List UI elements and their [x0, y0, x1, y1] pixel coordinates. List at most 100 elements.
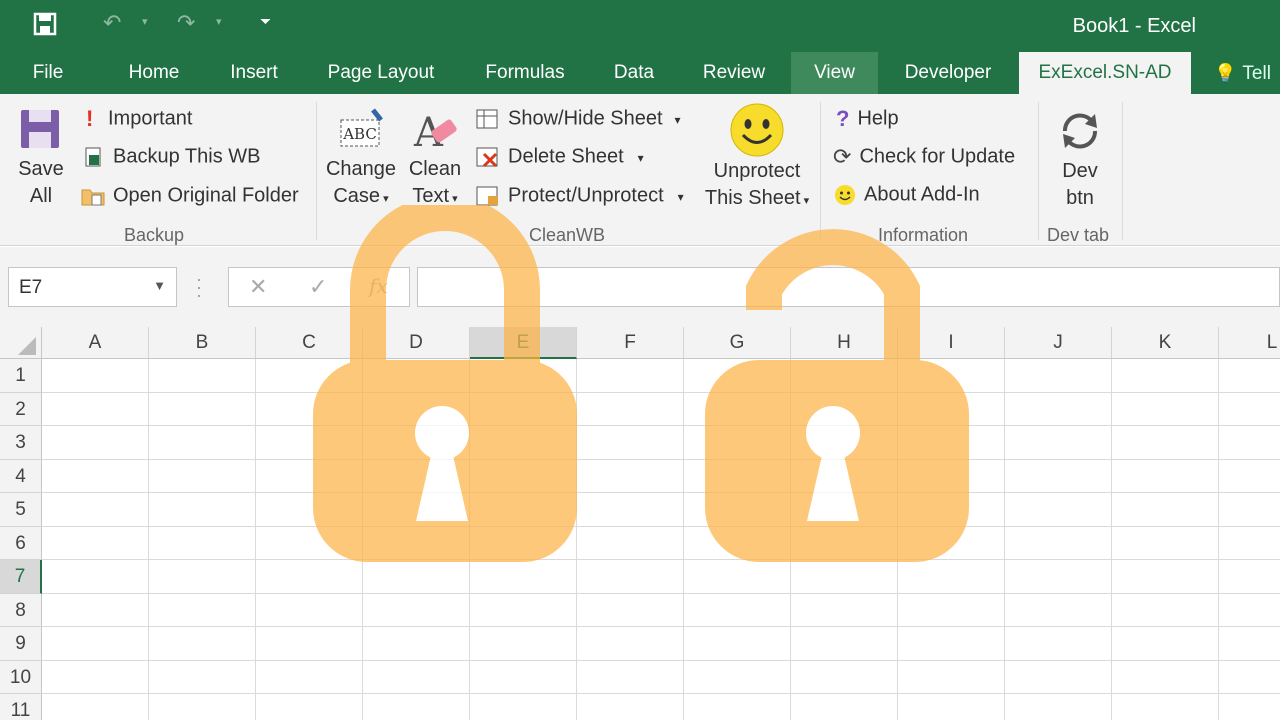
spreadsheet-grid[interactable]: A B C D E F G H I J K L 1 2 3 4 5 6 7 8 9 10 11 — [0, 327, 1280, 720]
cell-h3[interactable] — [791, 426, 898, 460]
cell-l6[interactable] — [1219, 527, 1280, 560]
cell-a6[interactable] — [42, 526, 149, 560]
column-header-e[interactable]: E — [470, 327, 577, 359]
cell-l5[interactable] — [1219, 493, 1280, 527]
backup-wb-button[interactable]: Backup This WB — [83, 146, 260, 168]
cell-i11[interactable] — [898, 694, 1005, 720]
tab-file[interactable]: File — [18, 52, 78, 94]
cell-d7[interactable] — [363, 560, 470, 594]
protect-unprotect-button[interactable]: Protect/Unprotect ▾ — [476, 185, 684, 207]
column-header-k[interactable]: K — [1112, 327, 1219, 359]
row-header-2[interactable]: 2 — [0, 392, 42, 426]
cell-i9[interactable] — [898, 627, 1005, 661]
cell-k9[interactable] — [1112, 627, 1219, 661]
cell-e3[interactable] — [470, 426, 577, 460]
cell-b10[interactable] — [149, 660, 256, 694]
cell-k3[interactable] — [1112, 426, 1219, 460]
undo-icon[interactable]: ↶ — [103, 12, 121, 34]
cell-h7[interactable] — [791, 560, 898, 594]
cell-j7[interactable] — [1005, 560, 1112, 594]
cell-i6[interactable] — [898, 526, 1005, 560]
cell-g8[interactable] — [684, 593, 791, 627]
cell-l3[interactable] — [1219, 426, 1280, 460]
cell-f6[interactable] — [577, 526, 684, 560]
cell-j6[interactable] — [1005, 526, 1112, 560]
cell-k1[interactable] — [1112, 359, 1219, 393]
tab-developer[interactable]: Developer — [893, 52, 1003, 94]
cell-c9[interactable] — [256, 627, 363, 661]
cell-b1[interactable] — [149, 359, 256, 393]
column-header-f[interactable]: F — [577, 327, 684, 359]
cell-g6[interactable] — [684, 526, 791, 560]
column-header-i[interactable]: I — [898, 327, 1005, 359]
tab-formulas[interactable]: Formulas — [473, 52, 577, 94]
cell-e10[interactable] — [470, 660, 577, 694]
row-header-5[interactable]: 5 — [0, 493, 42, 527]
cell-g3[interactable] — [684, 426, 791, 460]
cell-e11[interactable] — [470, 694, 577, 720]
cell-j4[interactable] — [1005, 459, 1112, 493]
column-header-j[interactable]: J — [1005, 327, 1112, 359]
select-all-corner[interactable] — [0, 327, 42, 359]
cancel-icon[interactable]: ✕ — [249, 274, 267, 300]
important-button[interactable]: ! Important — [86, 108, 192, 130]
row-header-10[interactable]: 10 — [0, 660, 42, 694]
cell-c1[interactable] — [256, 359, 363, 393]
unprotect-sheet-button[interactable]: Unprotect This Sheet ▾ — [700, 102, 814, 215]
cell-c8[interactable] — [256, 593, 363, 627]
tab-home[interactable]: Home — [115, 52, 193, 94]
cell-i2[interactable] — [898, 392, 1005, 426]
save-all-button[interactable]: Save All — [12, 108, 70, 210]
cell-g1[interactable] — [684, 359, 791, 393]
cell-h8[interactable] — [791, 593, 898, 627]
cell-i7[interactable] — [898, 560, 1005, 594]
cell-g4[interactable] — [684, 459, 791, 493]
delete-sheet-button[interactable]: Delete Sheet ▾ — [476, 146, 644, 168]
cell-d2[interactable] — [363, 392, 470, 426]
cell-d5[interactable] — [363, 493, 470, 527]
cell-h9[interactable] — [791, 627, 898, 661]
cell-e1[interactable] — [470, 359, 577, 393]
help-button[interactable]: ? Help — [836, 108, 899, 130]
cell-c5[interactable] — [256, 493, 363, 527]
cell-k8[interactable] — [1112, 593, 1219, 627]
cell-l4[interactable] — [1219, 460, 1280, 493]
cell-b3[interactable] — [149, 426, 256, 460]
cell-i10[interactable] — [898, 660, 1005, 694]
cell-l8[interactable] — [1219, 594, 1280, 627]
tab-exexcel[interactable]: ExExcel.SN-AD — [1019, 52, 1191, 94]
cell-d6[interactable] — [363, 526, 470, 560]
cell-a10[interactable] — [42, 660, 149, 694]
row-header-11[interactable]: 11 — [0, 694, 42, 720]
cell-a8[interactable] — [42, 593, 149, 627]
cell-f8[interactable] — [577, 593, 684, 627]
cell-d10[interactable] — [363, 660, 470, 694]
cell-k7[interactable] — [1112, 560, 1219, 594]
row-header-4[interactable]: 4 — [0, 459, 42, 493]
cell-k11[interactable] — [1112, 694, 1219, 720]
show-hide-sheet-button[interactable]: Show/Hide Sheet ▾ — [476, 108, 681, 130]
cell-f2[interactable] — [577, 392, 684, 426]
about-addin-button[interactable]: About Add-In — [834, 184, 980, 206]
cell-l2[interactable] — [1219, 393, 1280, 426]
cell-f1[interactable] — [577, 359, 684, 393]
cell-k4[interactable] — [1112, 459, 1219, 493]
cell-h10[interactable] — [791, 660, 898, 694]
cell-i8[interactable] — [898, 593, 1005, 627]
cell-f9[interactable] — [577, 627, 684, 661]
cell-k6[interactable] — [1112, 526, 1219, 560]
cell-f10[interactable] — [577, 660, 684, 694]
cell-a4[interactable] — [42, 459, 149, 493]
row-header-9[interactable]: 9 — [0, 627, 42, 661]
cell-e9[interactable] — [470, 627, 577, 661]
chevron-down-icon[interactable]: ▼ — [153, 278, 166, 293]
row-header-7[interactable]: 7 — [0, 560, 42, 594]
cell-g7[interactable] — [684, 560, 791, 594]
cell-k10[interactable] — [1112, 660, 1219, 694]
redo-icon[interactable]: ↷ — [177, 12, 195, 34]
cell-a11[interactable] — [42, 694, 149, 720]
cell-a1[interactable] — [42, 359, 149, 393]
cell-j11[interactable] — [1005, 694, 1112, 720]
cell-e6[interactable] — [470, 526, 577, 560]
cell-c7[interactable] — [256, 560, 363, 594]
